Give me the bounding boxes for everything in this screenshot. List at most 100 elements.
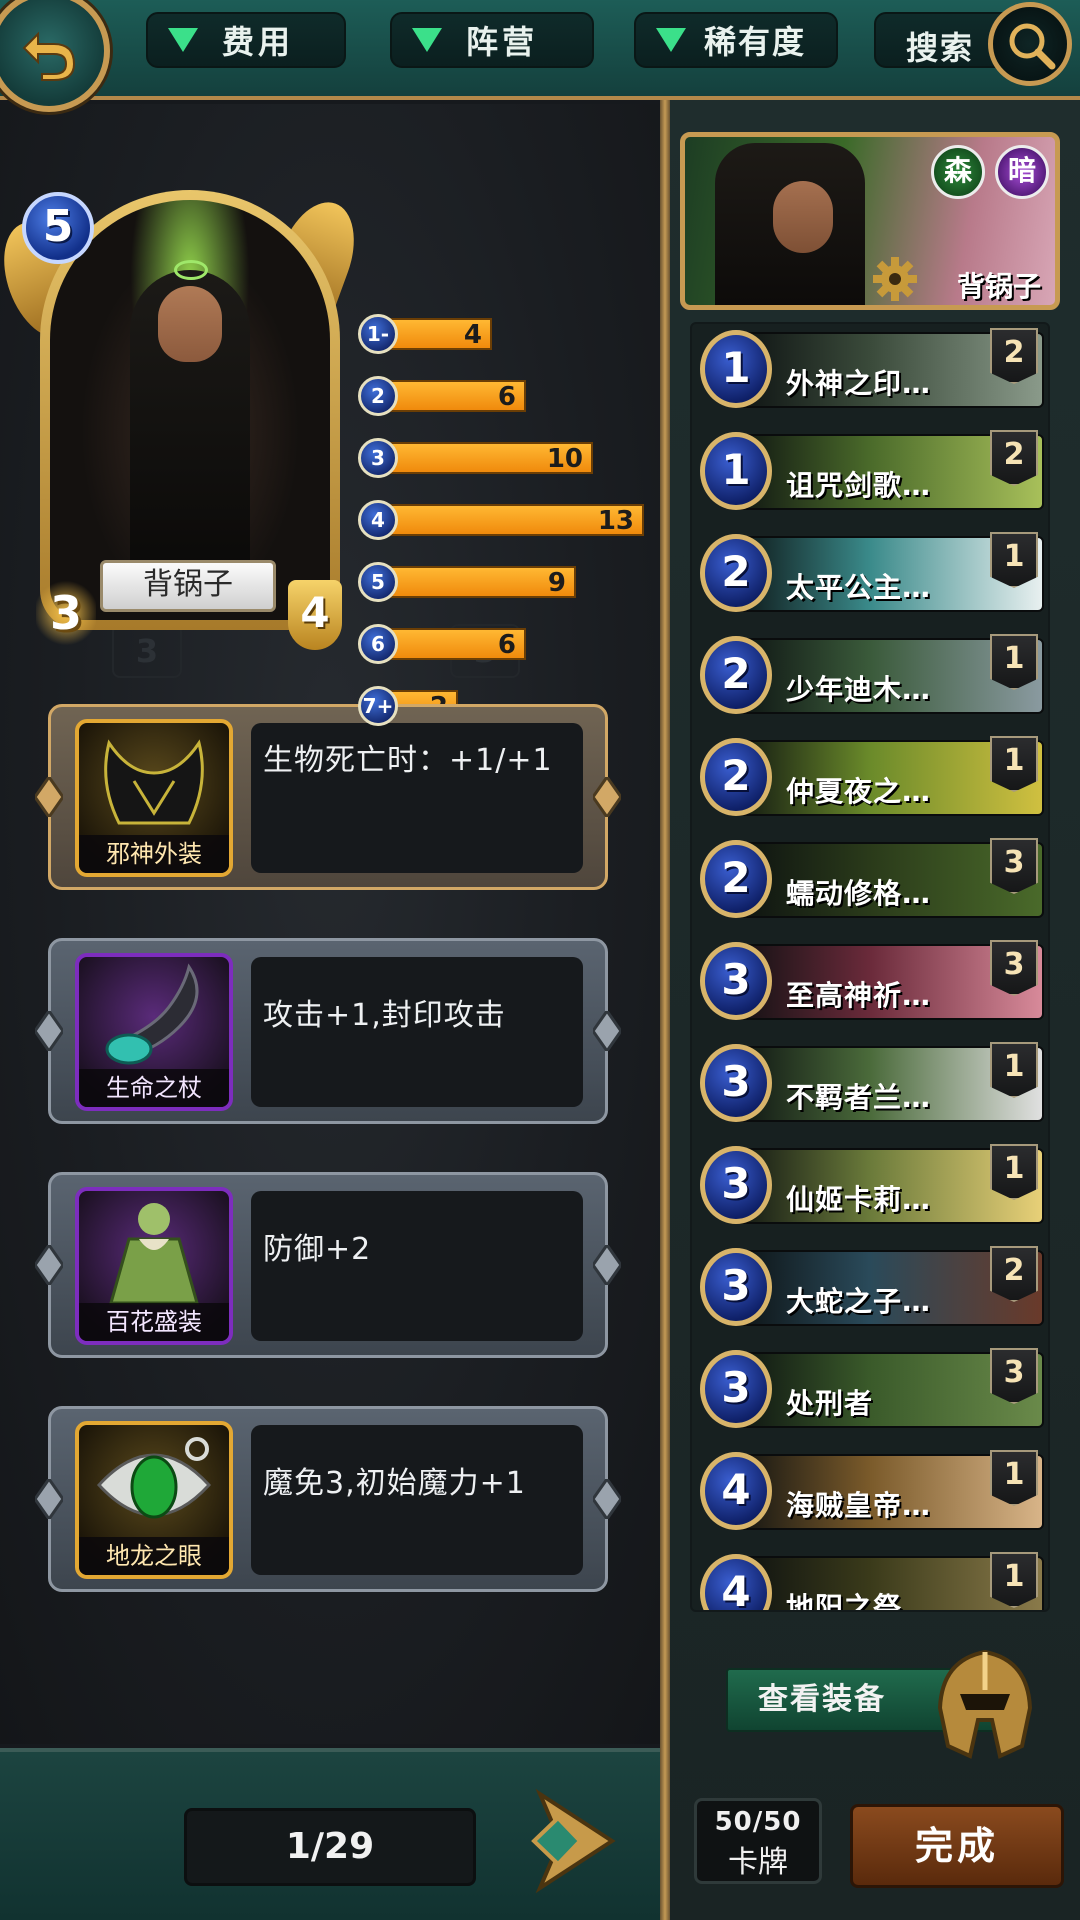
deck-card-copies-badge: 3 bbox=[990, 1348, 1038, 1404]
deck-card-name: 少年迪木… bbox=[786, 673, 932, 706]
deck-card-cost-gem: 2 bbox=[700, 534, 772, 612]
deck-card-list[interactable]: 1 外神之印… 2 1 诅咒剑歌… 2 2 太平公主… 1 2 少年迪木… 1 2 仲夏夜之… 1 2 蠕动修格… bbox=[690, 322, 1050, 1612]
character-face bbox=[158, 286, 222, 362]
magnifier-icon[interactable] bbox=[988, 2, 1072, 86]
equipment-icon-earth-dragon-eye: 地龙之眼 bbox=[75, 1421, 233, 1579]
helmet-icon[interactable] bbox=[930, 1646, 1040, 1762]
horn-staff-icon bbox=[105, 963, 199, 1065]
deck-card-row[interactable]: 3 处刑者 3 bbox=[696, 1344, 1044, 1432]
filter-rarity-label: 稀有度 bbox=[704, 23, 807, 61]
diamond-ornament-icon bbox=[593, 1479, 621, 1519]
deck-card-name: 仲夏夜之… bbox=[786, 775, 932, 808]
mana-curve-bar: 9 bbox=[384, 566, 576, 598]
mana-curve-row: 4 13 bbox=[358, 500, 648, 540]
search-label: 搜索 bbox=[906, 29, 975, 67]
mana-curve-chart: 1-42631041359667+2 bbox=[358, 314, 648, 734]
back-arrow-icon bbox=[22, 31, 76, 81]
card-name-plate: 背锅子 bbox=[100, 560, 276, 612]
diamond-ornament-icon bbox=[35, 1011, 63, 1051]
diamond-ornament-icon bbox=[593, 1245, 621, 1285]
mana-cost-gem: 1- bbox=[358, 314, 398, 354]
equipment-name: 邪神外装 bbox=[79, 835, 229, 873]
equipment-slot-1[interactable]: 邪神外装 生物死亡时：+1/+1 bbox=[35, 704, 621, 890]
deck-card-cost-gem: 4 bbox=[700, 1452, 772, 1530]
equipment-icon-evil-armor: 邪神外装 bbox=[75, 719, 233, 877]
mana-curve-count: 6 bbox=[497, 382, 516, 412]
deck-card-name: 不羁者兰… bbox=[786, 1081, 932, 1114]
equipment-slot-2[interactable]: 生命之杖 攻击+1,封印攻击 bbox=[35, 938, 621, 1124]
ghost-slot: 3 bbox=[112, 624, 182, 678]
deck-card-row[interactable]: 3 仙姬卡莉… 1 bbox=[696, 1140, 1044, 1228]
deck-card-row[interactable]: 3 不羁者兰… 1 bbox=[696, 1038, 1044, 1126]
filter-cost-button[interactable]: 费用 bbox=[146, 12, 346, 68]
deck-card-row[interactable]: 4 地阳之祭… 1 bbox=[696, 1548, 1044, 1612]
attack-badge: 3 bbox=[36, 578, 96, 648]
equipment-slot-4[interactable]: 地龙之眼 魔免3,初始魔力+1 bbox=[35, 1406, 621, 1592]
gear-icon[interactable] bbox=[871, 255, 919, 303]
deck-card-row[interactable]: 1 外神之印… 2 bbox=[696, 324, 1044, 412]
deck-card-copies-badge: 1 bbox=[990, 532, 1038, 588]
mana-curve-count: 13 bbox=[597, 506, 634, 536]
filter-faction-button[interactable]: 阵营 bbox=[390, 12, 594, 68]
page-indicator: 1/29 bbox=[184, 1808, 476, 1886]
dragon-eye-icon bbox=[96, 1437, 212, 1519]
equipment-icon-flower-dress: 百花盛装 bbox=[75, 1187, 233, 1345]
equipment-name: 生命之杖 bbox=[79, 1069, 229, 1107]
next-page-arrow-icon[interactable] bbox=[520, 1786, 620, 1896]
equipment-name: 百花盛装 bbox=[79, 1303, 229, 1341]
mana-curve-bar: 6 bbox=[384, 380, 526, 412]
deck-card-name: 处刑者 bbox=[786, 1387, 874, 1420]
deck-card-name: 蠕动修格… bbox=[786, 877, 932, 910]
mana-curve-count: 4 bbox=[463, 320, 482, 350]
deck-card-row[interactable]: 2 仲夏夜之… 1 bbox=[696, 732, 1044, 820]
diamond-ornament-icon bbox=[35, 777, 63, 817]
deck-card-row[interactable]: 1 诅咒剑歌… 2 bbox=[696, 426, 1044, 514]
deck-card-copies-badge: 1 bbox=[990, 736, 1038, 792]
deck-card-cost-gem: 3 bbox=[700, 1146, 772, 1224]
dropdown-triangle-icon bbox=[412, 28, 442, 52]
equipment-description: 攻击+1,封印攻击 bbox=[251, 957, 583, 1107]
dropdown-triangle-icon bbox=[656, 28, 686, 52]
filter-rarity-button[interactable]: 稀有度 bbox=[634, 12, 838, 68]
filter-faction-label: 阵营 bbox=[466, 23, 539, 61]
deck-card-row[interactable]: 3 大蛇之子… 2 bbox=[696, 1242, 1044, 1330]
eye-emblem-icon bbox=[174, 260, 208, 280]
deck-count-value: 50/50 bbox=[714, 1807, 802, 1837]
deck-card-cost-gem: 1 bbox=[700, 432, 772, 510]
mana-curve-count: 10 bbox=[546, 444, 583, 474]
panel-divider bbox=[660, 100, 670, 1920]
deck-card-name: 地阳之祭… bbox=[786, 1591, 932, 1612]
equipment-description: 魔免3,初始魔力+1 bbox=[251, 1425, 583, 1575]
deck-card-cost-gem: 2 bbox=[700, 636, 772, 714]
deck-card-copies-badge: 1 bbox=[990, 634, 1038, 690]
deck-card-row[interactable]: 2 太平公主… 1 bbox=[696, 528, 1044, 616]
done-button[interactable]: 完成 bbox=[850, 1804, 1064, 1888]
mana-curve-bar: 4 bbox=[384, 318, 492, 350]
mana-cost-gem: 3 bbox=[358, 438, 398, 478]
mana-cost-gem: 2 bbox=[358, 376, 398, 416]
deck-card-copies-badge: 3 bbox=[990, 940, 1038, 996]
deck-card-row[interactable]: 2 少年迪木… 1 bbox=[696, 630, 1044, 718]
mana-curve-row: 3 10 bbox=[358, 438, 648, 478]
deck-card-row[interactable]: 2 蠕动修格… 3 bbox=[696, 834, 1044, 922]
equipment-slot-3[interactable]: 百花盛装 防御+2 bbox=[35, 1172, 621, 1358]
top-bar: 费用 阵营 稀有度 搜索 bbox=[0, 0, 1080, 100]
diamond-ornament-icon bbox=[593, 777, 621, 817]
deck-card-cost-gem: 1 bbox=[700, 330, 772, 408]
deck-card-row[interactable]: 4 海贼皇帝… 1 bbox=[696, 1446, 1044, 1534]
filter-cost-label: 费用 bbox=[222, 23, 295, 61]
deck-card-copies-badge: 3 bbox=[990, 838, 1038, 894]
defense-badge: 4 bbox=[288, 580, 342, 650]
hero-face bbox=[773, 181, 833, 253]
deck-count-unit: 卡牌 bbox=[728, 1845, 788, 1880]
hero-banner[interactable]: 森 暗 背锅子 bbox=[680, 132, 1060, 310]
evil-armor-icon bbox=[104, 739, 204, 825]
mana-curve-bar: 13 bbox=[384, 504, 644, 536]
mana-curve-row: 26 bbox=[358, 376, 648, 416]
deck-card-copies-badge: 1 bbox=[990, 1144, 1038, 1200]
deck-card-row[interactable]: 3 至高神祈… 3 bbox=[696, 936, 1044, 1024]
deck-card-copies-badge: 2 bbox=[990, 328, 1038, 384]
deck-card-copies-badge: 2 bbox=[990, 1246, 1038, 1302]
mana-curve-row: 66 bbox=[358, 624, 648, 664]
deck-card-name: 海贼皇帝… bbox=[786, 1489, 932, 1522]
